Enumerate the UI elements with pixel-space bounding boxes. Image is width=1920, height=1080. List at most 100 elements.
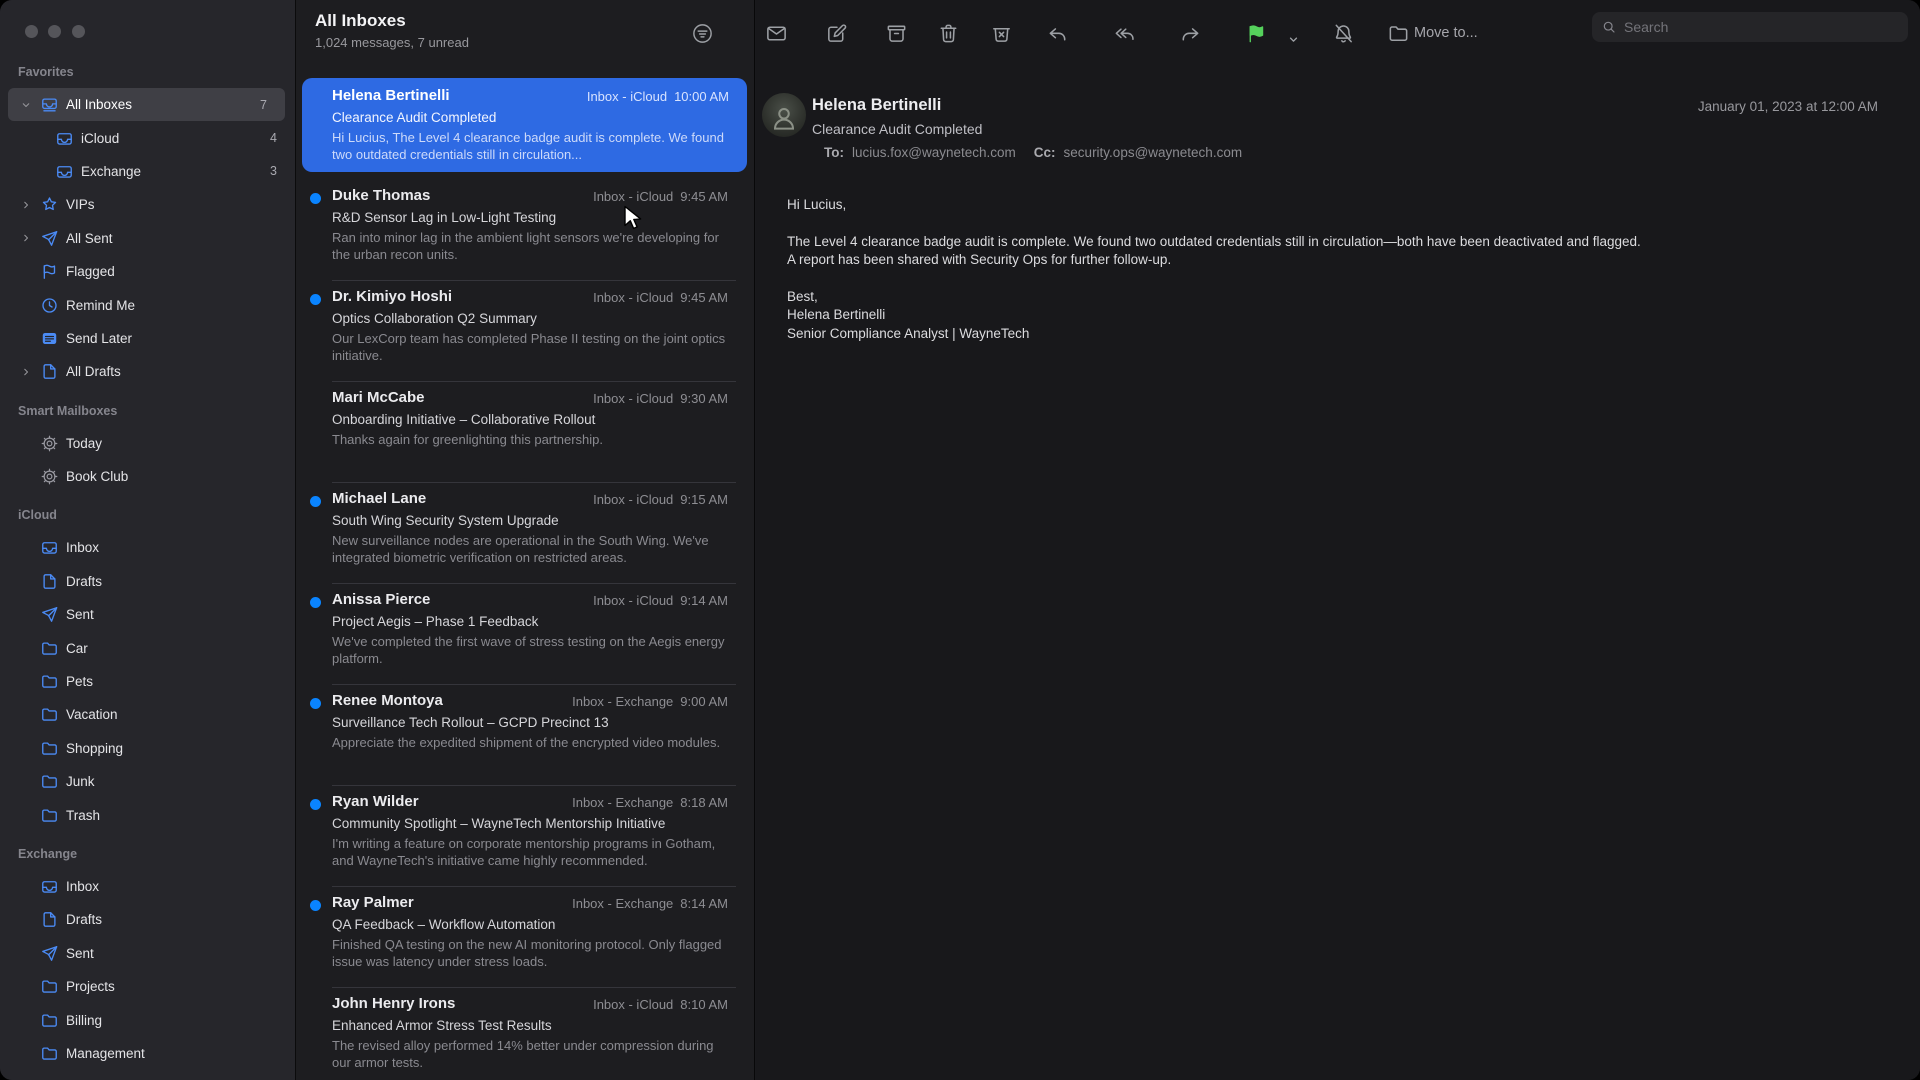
message-meta: Inbox - Exchange8:14 AM xyxy=(572,896,728,911)
message-preview: We've completed the first wave of stress… xyxy=(332,633,728,667)
sidebar-item-exchange-management[interactable]: Management xyxy=(0,1037,295,1070)
message-row-kimiyo-hoshi[interactable]: Dr. Kimiyo Hoshi Inbox - iCloud9:45 AM O… xyxy=(296,281,754,382)
sidebar-item-remind-me[interactable]: Remind Me xyxy=(0,288,295,321)
reader-pane: Helena Bertinelli Clearance Audit Comple… xyxy=(756,0,1920,1080)
body-line: The Level 4 clearance badge audit is com… xyxy=(787,233,1860,251)
unread-dot xyxy=(310,294,321,305)
sidebar-item-today[interactable]: Today xyxy=(0,427,295,460)
sidebar-item-icloud-shopping[interactable]: Shopping xyxy=(0,732,295,765)
search-field[interactable] xyxy=(1592,12,1908,42)
message-row-helena-bertinelli[interactable]: Helena Bertinelli Inbox - iCloud10:00 AM… xyxy=(302,78,747,172)
search-input[interactable] xyxy=(1592,12,1908,42)
sidebar-item-label: Drafts xyxy=(66,912,102,927)
move-to-button[interactable] xyxy=(1386,21,1410,45)
window-close-button[interactable] xyxy=(25,25,38,38)
sidebar-item-label: Trash xyxy=(66,808,100,823)
sidebar-item-flagged[interactable]: Flagged xyxy=(0,255,295,288)
sidebar-item-icloud-pets[interactable]: Pets xyxy=(0,665,295,698)
unread-dot xyxy=(310,496,321,507)
flag-menu-button[interactable] xyxy=(1281,27,1305,51)
message-meta: Inbox - iCloud10:00 AM xyxy=(587,89,729,104)
message-sender: Mari McCabe xyxy=(332,389,425,406)
message-row-ryan-wilder[interactable]: Ryan Wilder Inbox - Exchange8:18 AM Comm… xyxy=(296,786,754,887)
sidebar-item-label: iCloud xyxy=(81,131,119,146)
sidebar-item-vips[interactable]: VIPs xyxy=(0,188,295,221)
bell-slash-icon xyxy=(1332,22,1355,45)
sidebar-item-exchange-projects[interactable]: Projects xyxy=(0,970,295,1003)
body-line: Senior Compliance Analyst | WayneTech xyxy=(787,325,1860,343)
compose-button[interactable] xyxy=(824,21,848,45)
chevron-right-icon[interactable] xyxy=(20,199,33,211)
message-preview: I'm writing a feature on corporate mento… xyxy=(332,835,728,869)
message-subject: Community Spotlight – WayneTech Mentorsh… xyxy=(332,816,728,831)
junk-button[interactable] xyxy=(989,21,1013,45)
folder-icon xyxy=(39,772,59,792)
sidebar-item-exchange-drafts[interactable]: Drafts xyxy=(0,903,295,936)
trash-button[interactable] xyxy=(936,21,960,45)
sidebar-item-icloud-drafts[interactable]: Drafts xyxy=(0,565,295,598)
message-row-michael-lane[interactable]: Michael Lane Inbox - iCloud9:15 AM South… xyxy=(296,483,754,584)
reader-sender-name: Helena Bertinelli xyxy=(812,96,941,115)
window-zoom-button[interactable] xyxy=(72,25,85,38)
flag-icon xyxy=(1245,22,1268,45)
message-meta: Inbox - Exchange8:18 AM xyxy=(572,795,728,810)
sidebar-item-favorites-exchange[interactable]: Exchange 3 xyxy=(0,155,295,188)
sidebar-item-label: Drafts xyxy=(66,574,102,589)
sidebar-item-label: All Inboxes xyxy=(66,97,132,112)
sidebar-item-favorites-icloud[interactable]: iCloud 4 xyxy=(0,121,295,154)
mute-button[interactable] xyxy=(1331,21,1355,45)
unread-dot xyxy=(310,193,321,204)
message-preview: Hi Lucius, The Level 4 clearance badge a… xyxy=(332,129,729,163)
message-meta: Inbox - iCloud9:45 AM xyxy=(593,290,728,305)
sidebar-item-label: Billing xyxy=(66,1013,102,1028)
body-line: A report has been shared with Security O… xyxy=(787,251,1860,269)
sidebar-item-label: Shopping xyxy=(66,741,123,756)
sidebar-item-icloud-junk[interactable]: Junk xyxy=(0,765,295,798)
message-row-ray-palmer[interactable]: Ray Palmer Inbox - Exchange8:14 AM QA Fe… xyxy=(296,887,754,988)
sidebar-item-exchange-sent[interactable]: Sent xyxy=(0,937,295,970)
reply-all-button[interactable] xyxy=(1112,21,1136,45)
message-subject: Enhanced Armor Stress Test Results xyxy=(332,1018,728,1033)
message-row-john-henry-irons[interactable]: John Henry Irons Inbox - iCloud8:10 AM E… xyxy=(296,988,754,1080)
sidebar-item-label: Sent xyxy=(66,946,94,961)
forward-button[interactable] xyxy=(1178,21,1202,45)
to-address[interactable]: lucius.fox@waynetech.com xyxy=(852,145,1016,160)
sidebar-item-all-sent[interactable]: All Sent xyxy=(0,222,295,255)
message-subject: QA Feedback – Workflow Automation xyxy=(332,917,728,932)
chevron-down-icon[interactable] xyxy=(20,99,33,111)
message-row-mari-mccabe[interactable]: Mari McCabe Inbox - iCloud9:30 AM Onboar… xyxy=(296,382,754,483)
sidebar-item-book-club[interactable]: Book Club xyxy=(0,460,295,493)
chevron-right-icon[interactable] xyxy=(20,232,33,244)
sidebar-item-label: Car xyxy=(66,641,88,656)
sidebar-item-exchange-billing[interactable]: Billing xyxy=(0,1003,295,1036)
sidebar-item-all-drafts[interactable]: All Drafts xyxy=(0,355,295,388)
cc-address[interactable]: security.ops@waynetech.com xyxy=(1064,145,1243,160)
message-meta: Inbox - Exchange9:00 AM xyxy=(572,694,728,709)
flag-button[interactable] xyxy=(1244,21,1268,45)
sidebar-item-icloud-inbox[interactable]: Inbox xyxy=(0,531,295,564)
archive-button[interactable] xyxy=(884,21,908,45)
sidebar-item-icloud-car[interactable]: Car xyxy=(0,631,295,664)
flag-icon xyxy=(39,262,59,282)
move-to-label[interactable]: Move to... xyxy=(1414,25,1478,41)
reply-button[interactable] xyxy=(1045,21,1069,45)
sidebar-item-icloud-sent[interactable]: Sent xyxy=(0,598,295,631)
get-mail-button[interactable] xyxy=(764,21,788,45)
reply-icon xyxy=(1046,22,1069,45)
sidebar-item-icloud-vacation[interactable]: Vacation xyxy=(0,698,295,731)
message-row-duke-thomas[interactable]: Duke Thomas Inbox - iCloud9:45 AM R&D Se… xyxy=(296,180,754,281)
message-row-renee-montoya[interactable]: Renee Montoya Inbox - Exchange9:00 AM Su… xyxy=(296,685,754,786)
filter-button[interactable] xyxy=(690,21,714,45)
body-line xyxy=(787,214,1860,232)
sidebar-item-exchange-inbox[interactable]: Inbox xyxy=(0,870,295,903)
window-minimize-button[interactable] xyxy=(48,25,61,38)
sidebar-item-send-later[interactable]: Send Later xyxy=(0,322,295,355)
sidebar-item-all-inboxes[interactable]: All Inboxes 7 xyxy=(8,88,285,121)
message-subject: Project Aegis – Phase 1 Feedback xyxy=(332,614,728,629)
message-row-anissa-pierce[interactable]: Anissa Pierce Inbox - iCloud9:14 AM Proj… xyxy=(296,584,754,685)
chevron-right-icon[interactable] xyxy=(20,366,33,378)
body-line: Hi Lucius, xyxy=(787,196,1860,214)
unread-count-badge: 7 xyxy=(260,98,273,112)
sidebar-item-label: Send Later xyxy=(66,331,132,346)
sidebar-item-icloud-trash[interactable]: Trash xyxy=(0,798,295,831)
